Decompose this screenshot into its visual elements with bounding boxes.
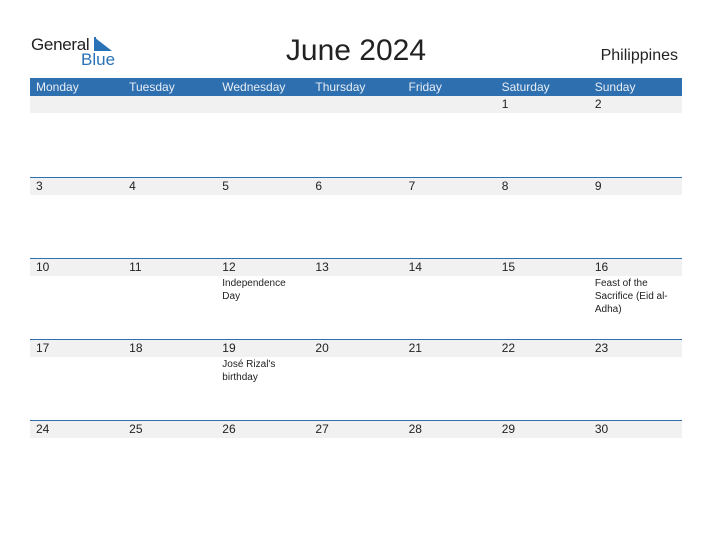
day-number: 21 xyxy=(408,341,422,355)
day-cell: 12 Independence Day xyxy=(216,259,309,339)
day-cell: 9 xyxy=(589,178,682,258)
day-number: 19 xyxy=(222,341,236,355)
holiday-event: Independence Day xyxy=(222,278,286,302)
day-cell: 7 xyxy=(403,178,496,258)
day-number: 25 xyxy=(129,422,143,436)
day-number xyxy=(129,96,216,113)
day-number xyxy=(409,96,496,113)
day-cell: 27 xyxy=(309,421,402,501)
day-number: 8 xyxy=(501,179,509,193)
day-number: 9 xyxy=(594,179,602,193)
day-cell: 17 xyxy=(30,340,123,420)
day-number: 17 xyxy=(36,341,50,355)
day-number: 22 xyxy=(501,341,516,355)
weekday-tuesday: Tuesday xyxy=(129,80,175,94)
day-cell: 8 xyxy=(496,178,589,258)
week-row: 24 25 26 27 28 29 30 xyxy=(30,420,682,501)
day-number: 26 xyxy=(222,422,236,436)
day-cell: 6 xyxy=(309,178,402,258)
day-cell: 10 xyxy=(30,259,123,339)
day-cell: 30 xyxy=(589,421,682,501)
day-cell: 23 xyxy=(589,340,682,420)
day-cell: 29 xyxy=(496,421,589,501)
day-cell: 16 Feast of the Sacrifice (Eid al-Adha) xyxy=(589,259,682,339)
day-cell xyxy=(216,96,309,176)
day-cell: 28 xyxy=(403,421,496,501)
day-cell: 1 xyxy=(496,96,589,176)
week-row: 12 xyxy=(30,96,682,176)
day-number: 30 xyxy=(594,422,609,436)
day-number: 4 xyxy=(129,179,136,193)
holiday-event: Feast of the Sacrifice (Eid al-Adha) xyxy=(594,278,668,315)
day-cell: 11 xyxy=(123,259,216,339)
day-number: 11 xyxy=(129,260,142,274)
day-cell: 2 xyxy=(589,96,682,176)
day-cell: 5 xyxy=(216,178,309,258)
day-number: 2 xyxy=(594,97,602,111)
day-cell: 3 xyxy=(30,178,123,258)
day-number xyxy=(315,96,402,113)
weekday-header: Monday Tuesday Wednesday Thursday Friday… xyxy=(30,78,682,96)
day-cell: 4 xyxy=(123,178,216,258)
day-cell: 22 xyxy=(496,340,589,420)
weekday-wednesday: Wednesday xyxy=(222,80,286,94)
day-cell: 21 xyxy=(403,340,496,420)
week-row: 3 4 5 6 7 8 9 xyxy=(30,177,682,258)
day-number: 20 xyxy=(315,341,329,355)
day-number: 5 xyxy=(222,179,229,193)
day-cell: 15 xyxy=(496,259,589,339)
day-number: 16 xyxy=(594,260,609,274)
day-cell xyxy=(309,96,402,176)
day-cell: 26 xyxy=(216,421,309,501)
day-cell: 18 xyxy=(123,340,216,420)
day-number: 24 xyxy=(36,422,50,436)
day-cell: 20 xyxy=(309,340,402,420)
day-cell: 19 José Rizal's birthday xyxy=(216,340,309,420)
day-number: 15 xyxy=(501,260,516,274)
day-cell xyxy=(403,96,496,176)
day-cell: 13 xyxy=(309,259,402,339)
day-number: 14 xyxy=(408,260,422,274)
weekday-monday: Monday xyxy=(36,80,79,94)
day-number: 23 xyxy=(594,341,609,355)
weekday-friday: Friday xyxy=(408,80,442,94)
holiday-event: José Rizal's birthday xyxy=(222,359,276,383)
day-number: 18 xyxy=(129,341,143,355)
day-cell: 25 xyxy=(123,421,216,501)
day-number: 3 xyxy=(36,179,43,193)
day-number: 12 xyxy=(222,260,236,274)
day-number xyxy=(222,96,309,113)
day-number: 6 xyxy=(315,179,323,193)
day-number xyxy=(36,96,123,113)
country-label: Philippines xyxy=(600,47,678,64)
day-cell: 24 xyxy=(30,421,123,501)
day-number: 1 xyxy=(501,97,509,111)
day-number: 10 xyxy=(36,260,50,274)
week-row: 10 11 12 Independence Day 13 14 15 16 Feast of t… xyxy=(30,258,682,339)
weekday-thursday: Thursday xyxy=(315,80,366,94)
day-cell xyxy=(30,96,123,176)
day-number: 7 xyxy=(408,179,416,193)
day-cell: 14 xyxy=(403,259,496,339)
day-number: 27 xyxy=(315,422,329,436)
weekday-saturday: Saturday xyxy=(501,80,550,94)
day-cell xyxy=(123,96,216,176)
day-number: 29 xyxy=(501,422,516,436)
week-row: 17 18 19 José Rizal's birthday 20 21 22 23 xyxy=(30,339,682,420)
weekday-sunday: Sunday xyxy=(594,80,636,94)
day-number: 28 xyxy=(408,422,422,436)
day-number: 13 xyxy=(315,260,329,274)
